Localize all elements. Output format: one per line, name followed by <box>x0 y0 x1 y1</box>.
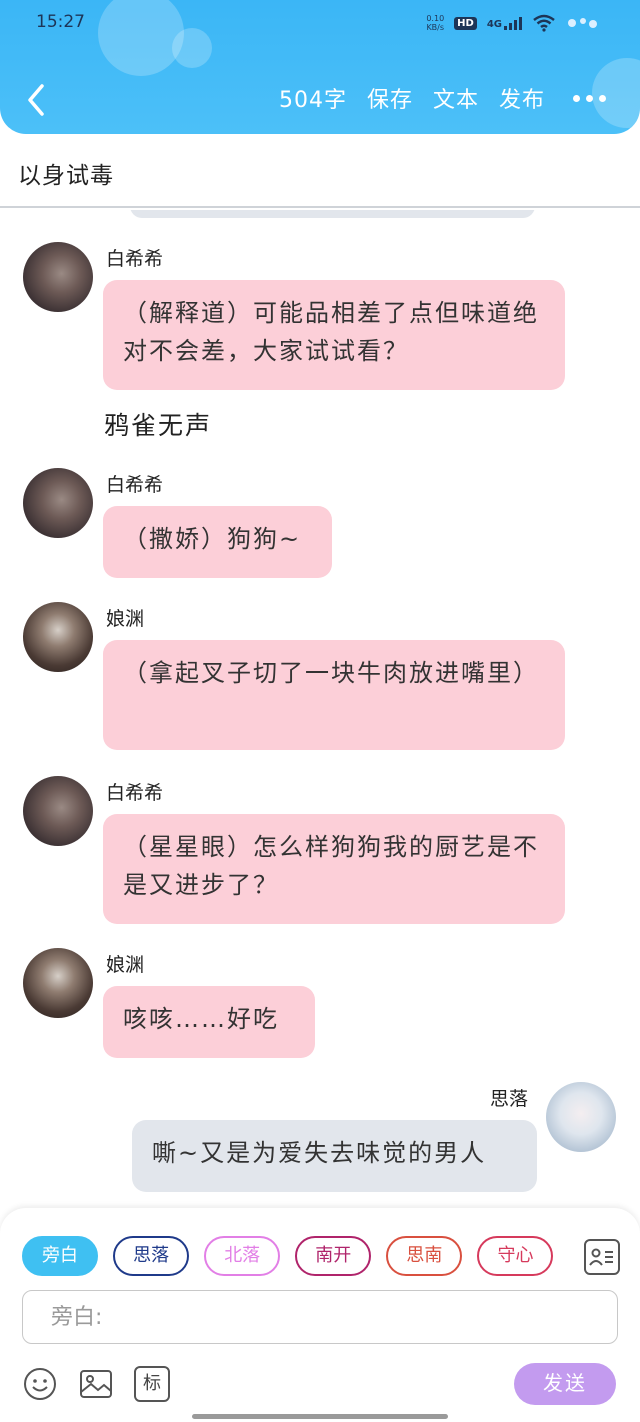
image-icon <box>80 1370 112 1398</box>
emoji-button[interactable] <box>22 1366 58 1402</box>
save-button[interactable]: 保存 <box>367 82 413 114</box>
decor-bubble <box>98 0 184 76</box>
contacts-icon <box>589 1248 613 1266</box>
hd-icon: HD <box>454 16 477 30</box>
story-title-bar: 以身试毒 <box>0 134 640 208</box>
home-indicator[interactable] <box>192 1414 448 1419</box>
role-chip-list[interactable]: 旁白 思落 北落 南开 思南 守心 <box>22 1236 568 1278</box>
role-chip[interactable]: 守心 <box>477 1236 554 1276</box>
chat-area[interactable]: 白希希 （解释道）可能品相差了点但味道绝对不会差，大家试试看？ 鸦雀无声 白希希… <box>0 210 640 1210</box>
image-button[interactable] <box>78 1366 114 1402</box>
avatar[interactable] <box>23 948 93 1018</box>
network-speed-value: 0.10 <box>426 14 445 23</box>
message-bubble[interactable]: （星星眼）怎么样狗狗我的厨艺是不是又进步了？ <box>103 814 565 924</box>
smiley-icon <box>24 1368 56 1400</box>
sender-name: 娘渊 <box>106 608 145 630</box>
message-bubble[interactable]: 嘶~又是为爱失去味觉的男人 <box>132 1120 537 1192</box>
status-icons: 0.10 KB/s HD 4G <box>426 14 600 32</box>
back-button[interactable] <box>20 80 50 120</box>
role-chip-narrator[interactable]: 旁白 <box>22 1236 98 1276</box>
mark-button[interactable]: 标 <box>134 1366 170 1402</box>
sender-name: 思落 <box>490 1088 529 1110</box>
sender-name: 白希希 <box>106 248 164 270</box>
publish-button[interactable]: 发布 <box>499 82 545 114</box>
word-count: 504字 <box>278 88 347 113</box>
story-title[interactable]: 以身试毒 <box>18 156 114 190</box>
status-time: 15:27 <box>36 12 85 32</box>
avatar[interactable] <box>23 242 93 312</box>
role-manager-button[interactable] <box>584 1239 620 1275</box>
snowflake-decor-icon <box>568 18 597 28</box>
text-button[interactable]: 文本 <box>433 82 479 114</box>
toolbar-actions: 504字 保存 文本 发布 <box>279 82 606 114</box>
signal-icon: 4G <box>486 16 522 30</box>
message-bubble[interactable]: （解释道）可能品相差了点但味道绝对不会差，大家试试看？ <box>103 280 565 390</box>
avatar[interactable] <box>546 1082 616 1152</box>
message-input[interactable] <box>23 1291 617 1343</box>
decor-bubble <box>172 28 212 68</box>
network-speed: 0.10 KB/s <box>426 14 444 32</box>
avatar[interactable] <box>23 468 93 538</box>
role-chip[interactable]: 南开 <box>295 1236 372 1276</box>
role-chip[interactable]: 思落 <box>113 1236 190 1276</box>
role-chip[interactable]: 北落 <box>204 1236 281 1276</box>
signal-type: 4G <box>486 18 502 30</box>
avatar[interactable] <box>23 602 93 672</box>
sender-name: 白希希 <box>106 474 164 496</box>
wifi-icon <box>533 14 555 32</box>
top-app-bar: 15:27 0.10 KB/s HD 4G 504字 保存 文本 发布 <box>0 0 640 134</box>
previous-message-bubble[interactable] <box>130 210 535 218</box>
send-button[interactable]: 发送 <box>514 1363 616 1405</box>
avatar[interactable] <box>23 776 93 846</box>
message-input-wrapper <box>22 1290 618 1344</box>
message-bubble[interactable]: （撒娇）狗狗~ <box>103 506 332 578</box>
sender-name: 白希希 <box>106 782 164 804</box>
narration-text[interactable]: 鸦雀无声 <box>104 406 212 442</box>
sender-name: 娘渊 <box>106 954 145 976</box>
chevron-left-icon <box>28 84 44 116</box>
more-options-icon[interactable] <box>573 94 606 102</box>
message-bubble[interactable]: （拿起叉子切了一块牛肉放进嘴里） <box>103 640 565 750</box>
network-speed-unit: KB/s <box>426 23 445 32</box>
role-chip[interactable]: 思南 <box>386 1236 463 1276</box>
message-bubble[interactable]: 咳咳……好吃 <box>103 986 315 1058</box>
message-composer: 旁白 思落 北落 南开 思南 守心 标 发送 <box>0 1208 640 1422</box>
